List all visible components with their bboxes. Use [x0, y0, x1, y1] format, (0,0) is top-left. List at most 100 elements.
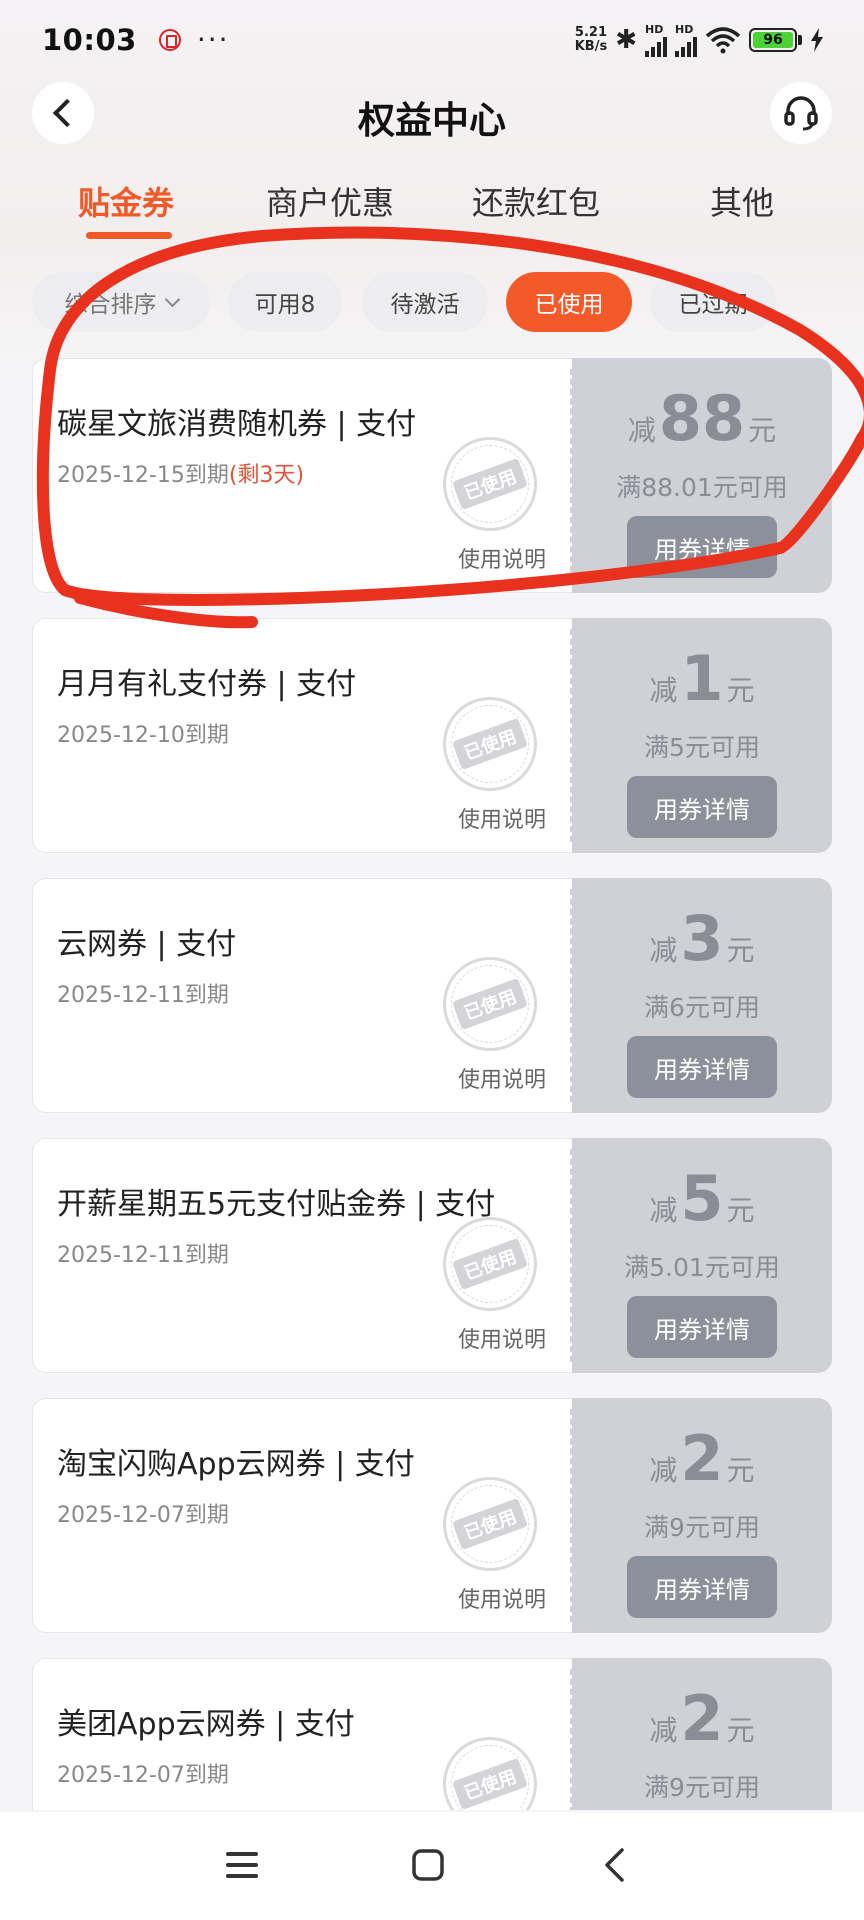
coupon-details-button[interactable]: 用券详情 — [627, 1296, 777, 1358]
tab-subsidy-coupons[interactable]: 贴金券 — [70, 178, 182, 224]
tab-other[interactable]: 其他 — [702, 178, 782, 224]
home-button[interactable] — [398, 1840, 458, 1890]
used-stamp: 已使用 — [443, 437, 537, 531]
amount-unit: 元 — [726, 674, 755, 707]
usage-instructions-link[interactable]: 使用说明 — [458, 1322, 546, 1354]
signal-icon: HD — [675, 24, 697, 57]
status-time: 10:03 — [42, 23, 137, 57]
category-tabs: 贴金券 商户优惠 还款红包 其他 — [0, 178, 864, 248]
coupon-value-panel: 减 88 元 满88.01元可用 用券详情 — [572, 358, 832, 593]
coupon-card: 开薪星期五5元支付贴金券 | 支付 2025-12-11到期 已使用 使用说明 … — [32, 1138, 832, 1373]
coupon-condition: 满88.01元可用 — [616, 473, 788, 502]
coupon-title: 碳星文旅消费随机券 | 支付 — [57, 407, 417, 442]
coupon-title: 开薪星期五5元支付贴金券 | 支付 — [57, 1187, 496, 1222]
filter-expired[interactable]: 已过期 — [650, 272, 776, 332]
tab-repayment-red-packets[interactable]: 还款红包 — [466, 178, 606, 224]
coupon-expiry-date: 2025-12-15到期 — [57, 463, 229, 488]
coupon-details-button[interactable]: 用券详情 — [627, 516, 777, 578]
used-stamp: 已使用 — [443, 697, 537, 791]
coupon-details-button[interactable]: 用券详情 — [627, 1556, 777, 1618]
amount-prefix: 减 — [649, 674, 678, 707]
coupon-info: 美团App云网券 | 支付 2025-12-07到期 已使用 使用说明 — [32, 1658, 572, 1810]
usage-instructions-link[interactable]: 使用说明 — [458, 1062, 546, 1094]
coupon-remaining-days: (剩3天) — [228, 463, 305, 488]
tab-merchant-offers[interactable]: 商户优惠 — [260, 178, 400, 224]
amount-unit: 元 — [726, 1454, 755, 1487]
coupon-expiry-date: 2025-12-11到期 — [57, 983, 229, 1008]
coupon-card: 云网券 | 支付 2025-12-11到期 已使用 使用说明 减 3 元 满6元… — [32, 878, 832, 1113]
coupon-expiry: 2025-12-15到期(剩3天) — [57, 457, 304, 489]
usage-instructions-link[interactable]: 使用说明 — [458, 1582, 546, 1614]
page-title: 权益中心 — [358, 99, 506, 142]
amount-unit: 元 — [726, 934, 755, 967]
coupon-card: 碳星文旅消费随机券 | 支付 2025-12-15到期(剩3天) 已使用 使用说… — [32, 358, 832, 593]
coupon-expiry-date: 2025-12-07到期 — [57, 1763, 229, 1788]
chevron-down-icon — [164, 291, 180, 307]
used-stamp: 已使用 — [443, 957, 537, 1051]
amount-value: 88 — [658, 382, 746, 455]
used-stamp-text: 已使用 — [451, 977, 529, 1031]
amount-unit: 元 — [726, 1714, 755, 1747]
filter-pending-activation[interactable]: 待激活 — [362, 272, 488, 332]
usage-instructions-link[interactable]: 使用说明 — [458, 802, 546, 834]
amount-value: 2 — [680, 1682, 724, 1755]
status-bar: 10:03 ··· 5.21 KB/s ✱ HD HD 96 — [0, 0, 864, 80]
used-stamp-text: 已使用 — [451, 1237, 529, 1291]
headset-icon — [784, 96, 818, 131]
coupon-details-button[interactable]: 用券详情 — [627, 776, 777, 838]
usage-instructions-link[interactable]: 使用说明 — [458, 542, 546, 574]
coupon-title: 云网券 | 支付 — [57, 927, 237, 962]
coupon-info: 淘宝闪购App云网券 | 支付 2025-12-07到期 已使用 使用说明 — [32, 1398, 572, 1633]
menu-button[interactable] — [212, 1840, 272, 1890]
amount-value: 3 — [680, 902, 724, 975]
filter-used[interactable]: 已使用 — [506, 272, 632, 332]
coupon-expiry: 2025-12-07到期 — [57, 1497, 229, 1529]
used-stamp-text: 已使用 — [451, 1497, 529, 1551]
back-icon — [605, 1848, 624, 1882]
coupon-title: 淘宝闪购App云网券 | 支付 — [57, 1447, 415, 1482]
filter-available[interactable]: 可用8 — [228, 272, 342, 332]
sort-label: 综合排序 — [64, 292, 157, 318]
active-tab-indicator — [86, 232, 172, 239]
coupon-value-panel: 减 2 元 满9元可用 用券详情 — [572, 1398, 832, 1633]
nav-back-button[interactable] — [584, 1840, 644, 1890]
coupon-card: 美团App云网券 | 支付 2025-12-07到期 已使用 使用说明 减 2 … — [32, 1658, 832, 1810]
used-stamp: 已使用 — [443, 1217, 537, 1311]
coupon-condition: 满9元可用 — [644, 1773, 760, 1802]
coupon-info: 云网券 | 支付 2025-12-11到期 已使用 使用说明 — [32, 878, 572, 1113]
amount-prefix: 减 — [649, 1454, 678, 1487]
coupon-value-panel: 减 5 元 满5.01元可用 用券详情 — [572, 1138, 832, 1373]
battery-icon: 96 — [749, 28, 802, 52]
coupon-info: 碳星文旅消费随机券 | 支付 2025-12-15到期(剩3天) 已使用 使用说… — [32, 358, 572, 593]
amount-value: 1 — [680, 642, 724, 715]
coupon-expiry: 2025-12-07到期 — [57, 1757, 229, 1789]
coupon-list: 碳星文旅消费随机券 | 支付 2025-12-15到期(剩3天) 已使用 使用说… — [32, 358, 832, 1810]
coupon-value-panel: 减 1 元 满5元可用 用券详情 — [572, 618, 832, 853]
amount-prefix: 减 — [649, 1714, 678, 1747]
bluetooth-icon: ✱ — [615, 25, 637, 55]
used-stamp: 已使用 — [443, 1737, 537, 1810]
coupon-value-panel: 减 3 元 满6元可用 用券详情 — [572, 878, 832, 1113]
amount-prefix: 减 — [627, 414, 656, 447]
amount-unit: 元 — [748, 414, 777, 447]
customer-service-button[interactable] — [770, 82, 832, 144]
battery-level: 96 — [753, 32, 793, 48]
coupon-card: 淘宝闪购App云网券 | 支付 2025-12-07到期 已使用 使用说明 减 … — [32, 1398, 832, 1633]
coupon-expiry-date: 2025-12-07到期 — [57, 1503, 229, 1528]
amount-unit: 元 — [726, 1194, 755, 1227]
sort-dropdown[interactable]: 综合排序 — [32, 272, 210, 332]
filter-bar: 综合排序 可用8 待激活 已使用 已过期 — [32, 272, 864, 332]
wifi-icon — [705, 27, 741, 54]
menu-icon — [226, 1852, 258, 1878]
coupon-expiry-date: 2025-12-11到期 — [57, 1243, 229, 1268]
coupon-card: 月月有礼支付券 | 支付 2025-12-10到期 已使用 使用说明 减 1 元… — [32, 618, 832, 853]
coupon-condition: 满5元可用 — [644, 733, 760, 762]
coupon-amount: 减 88 元 — [572, 386, 832, 452]
amount-value: 2 — [680, 1422, 724, 1495]
amount-prefix: 减 — [649, 1194, 678, 1227]
coupon-info: 月月有礼支付券 | 支付 2025-12-10到期 已使用 使用说明 — [32, 618, 572, 853]
coupon-details-button[interactable]: 用券详情 — [627, 1036, 777, 1098]
coupon-expiry-date: 2025-12-10到期 — [57, 723, 229, 748]
coupon-amount: 减 3 元 — [572, 906, 832, 972]
coupon-amount: 减 5 元 — [572, 1166, 832, 1232]
